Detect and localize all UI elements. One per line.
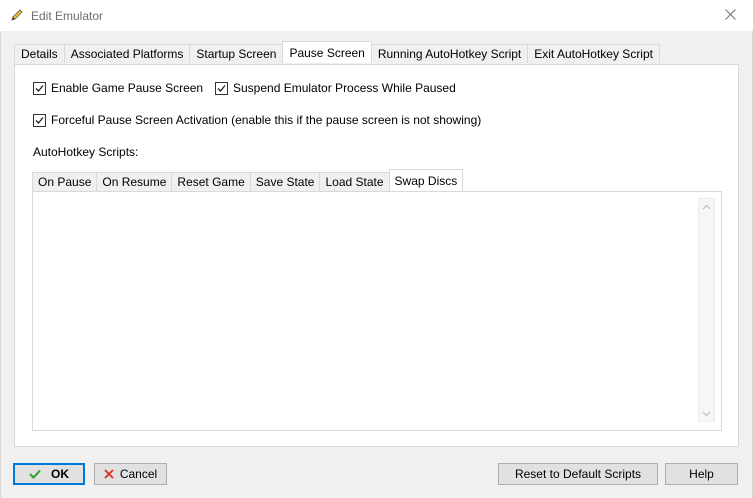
help-button[interactable]: Help — [665, 463, 738, 485]
subtab-load-state[interactable]: Load State — [319, 172, 390, 191]
subtab-on-resume[interactable]: On Resume — [96, 172, 173, 191]
tab-details[interactable]: Details — [14, 44, 65, 63]
check-icon — [29, 469, 41, 479]
main-tabs: Details Associated Platforms Startup Scr… — [14, 41, 660, 64]
suspend-process-checkbox[interactable]: Suspend Emulator Process While Paused — [215, 81, 456, 95]
subtab-save-state[interactable]: Save State — [249, 172, 321, 191]
subtab-on-pause[interactable]: On Pause — [32, 172, 98, 191]
autohotkey-scripts-label: AutoHotkey Scripts: — [33, 145, 139, 159]
scroll-down-icon[interactable] — [699, 406, 714, 421]
forceful-activation-checkbox[interactable]: Forceful Pause Screen Activation (enable… — [33, 113, 481, 127]
tab-exit-autohotkey-script[interactable]: Exit AutoHotkey Script — [527, 44, 660, 63]
scroll-up-icon[interactable] — [699, 199, 714, 214]
pencil-icon — [10, 8, 24, 22]
enable-pause-checkbox[interactable]: Enable Game Pause Screen — [33, 81, 203, 95]
script-tabs: On Pause On Resume Reset Game Save State… — [32, 169, 464, 192]
x-icon — [104, 469, 114, 479]
ok-label: OK — [51, 467, 69, 481]
ok-button[interactable]: OK — [13, 463, 85, 485]
close-button[interactable] — [707, 0, 753, 31]
subtab-swap-discs[interactable]: Swap Discs — [388, 169, 464, 191]
checkbox-box — [33, 81, 46, 95]
script-editor[interactable] — [32, 191, 722, 431]
enable-pause-label: Enable Game Pause Screen — [51, 81, 204, 95]
vertical-scrollbar[interactable] — [698, 198, 715, 422]
tab-running-autohotkey-script[interactable]: Running AutoHotkey Script — [370, 44, 529, 63]
tab-startup-screen[interactable]: Startup Screen — [189, 44, 284, 63]
forceful-activation-label: Forceful Pause Screen Activation (enable… — [51, 113, 482, 127]
tab-associated-platforms[interactable]: Associated Platforms — [63, 44, 191, 63]
close-icon — [724, 7, 736, 25]
suspend-process-label: Suspend Emulator Process While Paused — [233, 81, 456, 95]
title-bar: Edit Emulator — [0, 0, 753, 31]
cancel-button[interactable]: Cancel — [94, 463, 167, 485]
window-title: Edit Emulator — [31, 9, 104, 23]
checkbox-box — [215, 81, 228, 95]
tab-pause-screen[interactable]: Pause Screen — [282, 41, 372, 63]
cancel-label: Cancel — [119, 467, 158, 481]
reset-default-scripts-button[interactable]: Reset to Default Scripts — [498, 463, 658, 485]
checkbox-box — [33, 113, 46, 127]
subtab-reset-game[interactable]: Reset Game — [171, 172, 251, 191]
